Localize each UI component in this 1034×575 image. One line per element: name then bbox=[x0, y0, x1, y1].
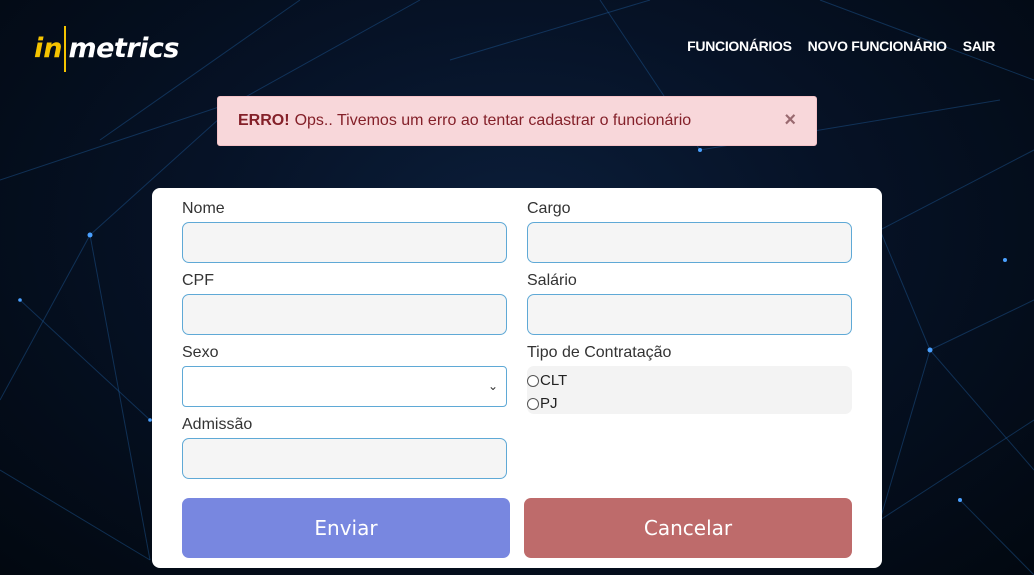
error-alert: ERRO! Ops.. Tivemos um erro ao tentar ca… bbox=[217, 96, 817, 146]
salario-input[interactable] bbox=[527, 294, 852, 335]
nav-item-funcionarios[interactable]: FUNCIONÁRIOS bbox=[687, 38, 792, 54]
cpf-label: CPF bbox=[182, 272, 214, 289]
radio-pj[interactable] bbox=[527, 397, 539, 410]
contratacao-radio-group: CLT PJ bbox=[527, 366, 852, 414]
radio-option-pj[interactable]: PJ bbox=[527, 392, 852, 415]
cargo-field: Cargo bbox=[527, 200, 852, 263]
logo-in: in bbox=[34, 33, 63, 64]
alert-title: ERRO! bbox=[238, 112, 290, 129]
close-icon[interactable]: × bbox=[784, 110, 796, 130]
logo-metrics: metrics bbox=[68, 33, 179, 64]
alert-message: Ops.. Tivemos um erro ao tentar cadastra… bbox=[294, 112, 692, 129]
radio-option-clt[interactable]: CLT bbox=[527, 369, 852, 392]
sexo-field: Sexo ⌄ bbox=[182, 344, 507, 407]
admissao-field: Admissão bbox=[182, 416, 507, 479]
nome-input[interactable] bbox=[182, 222, 507, 263]
admissao-label: Admissão bbox=[182, 416, 253, 433]
logo-divider bbox=[64, 26, 67, 72]
nav-item-novo-funcionario[interactable]: NOVO FUNCIONÁRIO bbox=[808, 38, 947, 54]
inmetrics-logo[interactable]: in metrics bbox=[34, 24, 179, 74]
contratacao-field: Tipo de Contratação CLT PJ bbox=[527, 344, 852, 414]
radio-clt-label: CLT bbox=[540, 372, 568, 389]
radio-clt[interactable] bbox=[527, 374, 539, 387]
cpf-field: CPF bbox=[182, 272, 507, 335]
chevron-down-icon: ⌄ bbox=[487, 379, 498, 393]
nav-item-sair[interactable]: SAIR bbox=[963, 38, 996, 54]
cpf-input[interactable] bbox=[182, 294, 507, 335]
nome-field: Nome bbox=[182, 200, 507, 263]
employee-form: Nome Cargo CPF Salário Sexo ⌄ Tipo de Co… bbox=[152, 188, 882, 568]
cargo-label: Cargo bbox=[527, 200, 571, 217]
admissao-input[interactable] bbox=[182, 438, 507, 479]
salario-label: Salário bbox=[527, 272, 577, 289]
cargo-input[interactable] bbox=[527, 222, 852, 263]
sexo-label: Sexo bbox=[182, 344, 219, 361]
top-nav: FUNCIONÁRIOS NOVO FUNCIONÁRIO SAIR bbox=[687, 38, 995, 54]
sexo-select[interactable]: ⌄ bbox=[182, 366, 507, 407]
salario-field: Salário bbox=[527, 272, 852, 335]
nome-label: Nome bbox=[182, 200, 225, 217]
radio-pj-label: PJ bbox=[540, 395, 558, 412]
submit-button[interactable]: Enviar bbox=[182, 498, 510, 558]
contratacao-label: Tipo de Contratação bbox=[527, 344, 672, 361]
cancel-button[interactable]: Cancelar bbox=[524, 498, 852, 558]
